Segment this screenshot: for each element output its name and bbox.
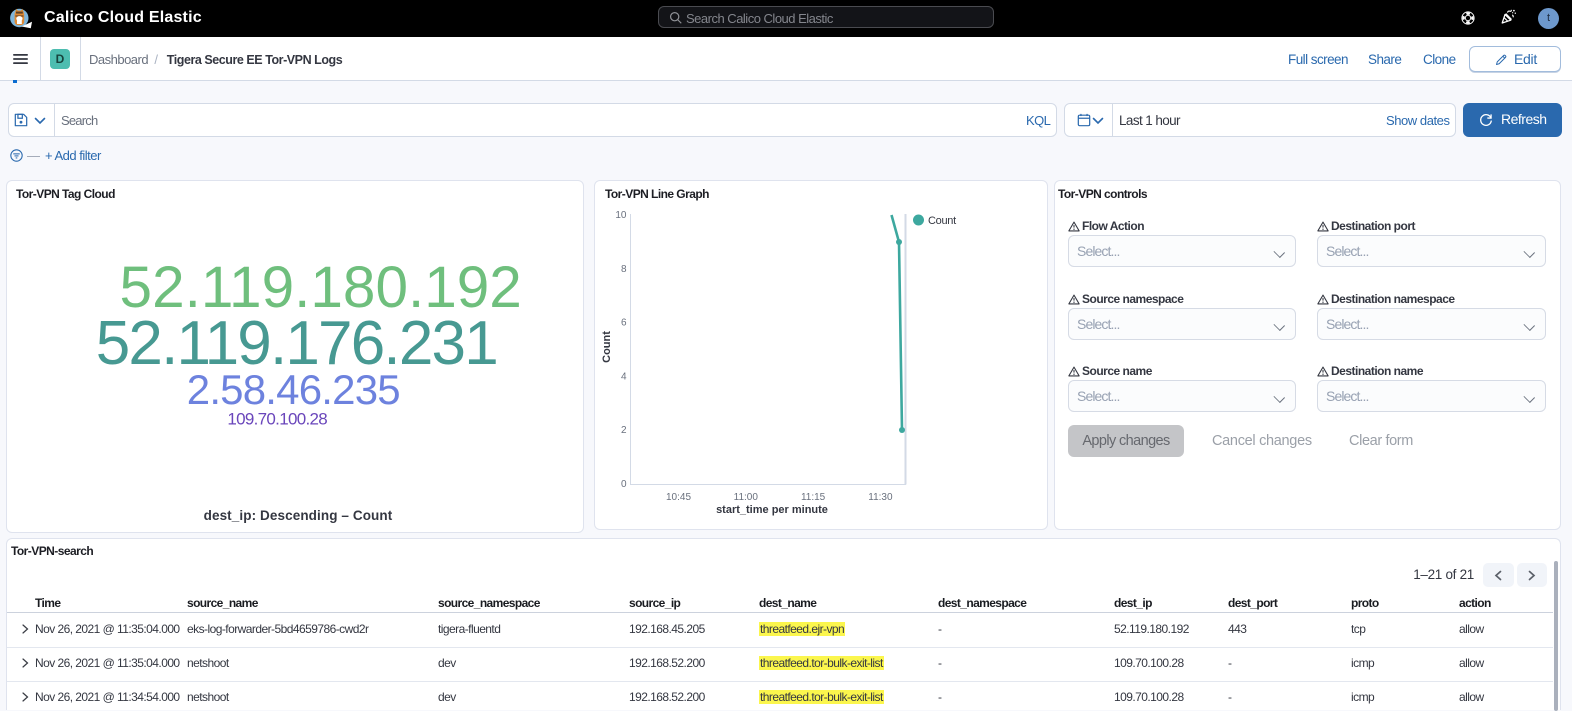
svg-text:0: 0 bbox=[621, 479, 627, 490]
svg-text:start_time per minute: start_time per minute bbox=[716, 504, 828, 516]
svg-text:Count: Count bbox=[928, 215, 956, 227]
svg-text:11:30: 11:30 bbox=[868, 492, 893, 503]
svg-text:11:00: 11:00 bbox=[734, 492, 759, 503]
svg-text:4: 4 bbox=[621, 371, 627, 382]
svg-text:11:15: 11:15 bbox=[801, 492, 826, 503]
svg-text:10:45: 10:45 bbox=[666, 492, 691, 503]
svg-text:2: 2 bbox=[621, 425, 627, 436]
svg-text:6: 6 bbox=[621, 318, 627, 329]
svg-text:Count: Count bbox=[601, 331, 613, 363]
svg-text:10: 10 bbox=[615, 210, 627, 221]
svg-text:8: 8 bbox=[621, 264, 627, 275]
